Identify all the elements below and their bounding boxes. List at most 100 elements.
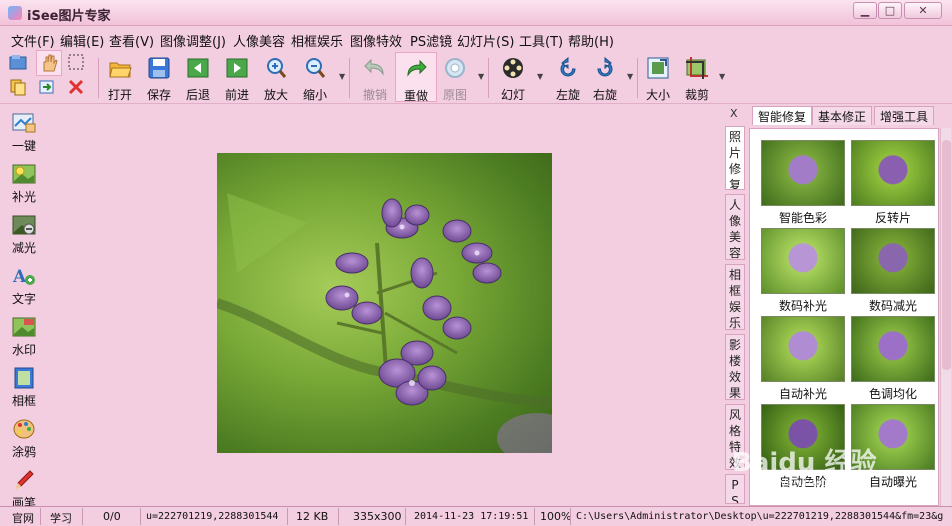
side-tab-studio[interactable]: 影楼效果	[725, 334, 745, 400]
original-icon	[443, 56, 467, 80]
app-icon	[8, 6, 22, 20]
status-filename: u=222701219,2288301544	[146, 511, 279, 522]
menu-help[interactable]: 帮助(H)	[568, 31, 614, 50]
slideshow-label: 幻灯	[500, 88, 525, 102]
save-label: 保存	[146, 88, 171, 102]
rotate-dropdown-arrow[interactable]: ▼	[627, 72, 633, 81]
open-folder-small-button[interactable]	[9, 53, 31, 75]
tool-one-click[interactable]: 一键	[0, 106, 48, 156]
tool-brighten[interactable]: 补光	[0, 157, 48, 207]
side-tab-photo-repair[interactable]: 照片修复	[725, 126, 745, 190]
thumbnail-scrollbar[interactable]	[940, 128, 951, 506]
effect-label: 自动补光	[778, 387, 827, 401]
folder-icon	[9, 55, 27, 70]
tool-watermark[interactable]: 水印	[0, 310, 48, 360]
redo-button[interactable]: 重做	[395, 52, 437, 103]
zoom-out-label: 缩小	[302, 88, 327, 102]
export-button[interactable]	[38, 78, 60, 100]
side-tab-frames[interactable]: 相框娱乐	[725, 264, 745, 330]
original-dropdown-arrow[interactable]: ▼	[478, 72, 484, 81]
rotate-right-button[interactable]: 右旋	[584, 52, 626, 102]
brighten-label: 补光	[11, 190, 36, 204]
menu-slideshow[interactable]: 幻灯片(S)	[457, 31, 514, 50]
side-tab-portrait[interactable]: 人像美容	[725, 194, 745, 260]
menu-frames[interactable]: 相框娱乐	[291, 31, 343, 50]
tab-smart-repair[interactable]: 智能修复	[752, 106, 813, 125]
menu-effects[interactable]: 图像特效	[350, 31, 402, 50]
menu-file[interactable]: 文件(F)	[11, 31, 55, 50]
undo-label: 撤销	[362, 88, 387, 102]
menu-portrait[interactable]: 人像美容	[233, 31, 285, 50]
minimize-button[interactable]: ▁	[853, 2, 877, 19]
rotate-left-button[interactable]: 左旋	[547, 52, 589, 102]
effect-label: 数码减光	[868, 299, 917, 313]
one-click-icon	[12, 112, 36, 134]
tool-darken[interactable]: 减光	[0, 208, 48, 258]
panel-close-button[interactable]: X	[730, 107, 738, 120]
tab-basic-correction[interactable]: 基本修正	[812, 106, 873, 125]
hand-tool-button[interactable]	[36, 50, 62, 76]
delete-button[interactable]	[67, 78, 89, 100]
batch-button[interactable]	[9, 78, 31, 100]
status-learn-link[interactable]: 学习	[50, 510, 72, 526]
open-button[interactable]: 打开	[99, 52, 141, 102]
palette-icon	[12, 418, 36, 440]
doodle-label: 涂鸦	[11, 445, 36, 459]
effect-preview	[851, 140, 935, 206]
effect-preview	[761, 140, 845, 206]
status-file-path: C:\Users\Administrator\Desktop\u=2227012…	[576, 511, 944, 522]
zoom-dropdown-arrow[interactable]: ▼	[339, 72, 345, 81]
slideshow-dropdown-arrow[interactable]: ▼	[537, 72, 543, 81]
open-label: 打开	[107, 88, 132, 102]
frame-label: 相框	[11, 394, 36, 408]
zoom-in-button[interactable]: 放大	[255, 52, 297, 102]
tool-text[interactable]: A 文字	[0, 259, 48, 309]
rotate-left-label: 左旋	[555, 88, 580, 102]
tool-frame[interactable]: 相框	[0, 361, 48, 411]
tool-brush[interactable]: 画笔	[0, 463, 48, 506]
crop-label: 裁剪	[684, 88, 709, 102]
zoom-out-button[interactable]: 缩小	[294, 52, 336, 102]
menu-image-adjust[interactable]: 图像调整(J)	[160, 31, 226, 50]
status-bar: 官网 学习 0/0 u=222701219,2288301544 12 KB 3…	[0, 506, 952, 526]
effect-digital-brighten[interactable]: 数码补光	[760, 226, 846, 314]
image-canvas[interactable]	[48, 104, 724, 506]
undo-icon	[363, 56, 387, 80]
forward-button[interactable]: 前进	[216, 52, 258, 102]
tool-doodle[interactable]: 涂鸦	[0, 412, 48, 462]
menu-view[interactable]: 查看(V)	[109, 31, 154, 50]
status-image-index: 0/0	[103, 510, 121, 523]
effect-smart-color[interactable]: 智能色彩	[760, 138, 846, 226]
baidu-watermark-url: jingyan.baidu.com	[760, 476, 862, 489]
crop-button[interactable]: 裁剪	[676, 52, 718, 102]
select-tool-button[interactable]	[67, 53, 89, 75]
resize-button[interactable]: 大小	[637, 52, 679, 102]
save-button[interactable]: 保存	[138, 52, 180, 102]
effect-reversal-film[interactable]: 反转片	[850, 138, 936, 226]
one-click-label: 一键	[11, 139, 36, 153]
photo-lilac-flowers	[217, 153, 552, 453]
undo-button[interactable]: 撤销	[354, 52, 396, 102]
slideshow-button[interactable]: 幻灯	[492, 52, 534, 102]
resize-icon	[646, 56, 670, 80]
baidu-watermark: Baidu 经验	[732, 448, 877, 478]
maximize-button[interactable]: □	[878, 2, 902, 19]
menu-tools[interactable]: 工具(T)	[519, 31, 563, 50]
rotate-left-icon	[556, 56, 580, 80]
rotate-right-label: 右旋	[592, 88, 617, 102]
effect-tone-equalize[interactable]: 色调均化	[850, 314, 936, 402]
frame-icon	[12, 367, 36, 389]
menu-ps-filters[interactable]: PS滤镜	[410, 31, 452, 50]
crop-dropdown-arrow[interactable]: ▼	[719, 72, 725, 81]
effect-digital-darken[interactable]: 数码减光	[850, 226, 936, 314]
back-button[interactable]: 后退	[177, 52, 219, 102]
effect-auto-brighten[interactable]: 自动补光	[760, 314, 846, 402]
status-divider	[338, 508, 339, 525]
scrollbar-thumb[interactable]	[942, 140, 951, 370]
status-official-site-link[interactable]: 官网	[12, 510, 34, 526]
zoom-out-icon	[303, 56, 327, 80]
close-button[interactable]: ✕	[904, 2, 942, 19]
menu-edit[interactable]: 编辑(E)	[60, 31, 104, 50]
original-button[interactable]: 原图	[434, 52, 476, 102]
tab-enhance-tools[interactable]: 增强工具	[874, 106, 935, 125]
